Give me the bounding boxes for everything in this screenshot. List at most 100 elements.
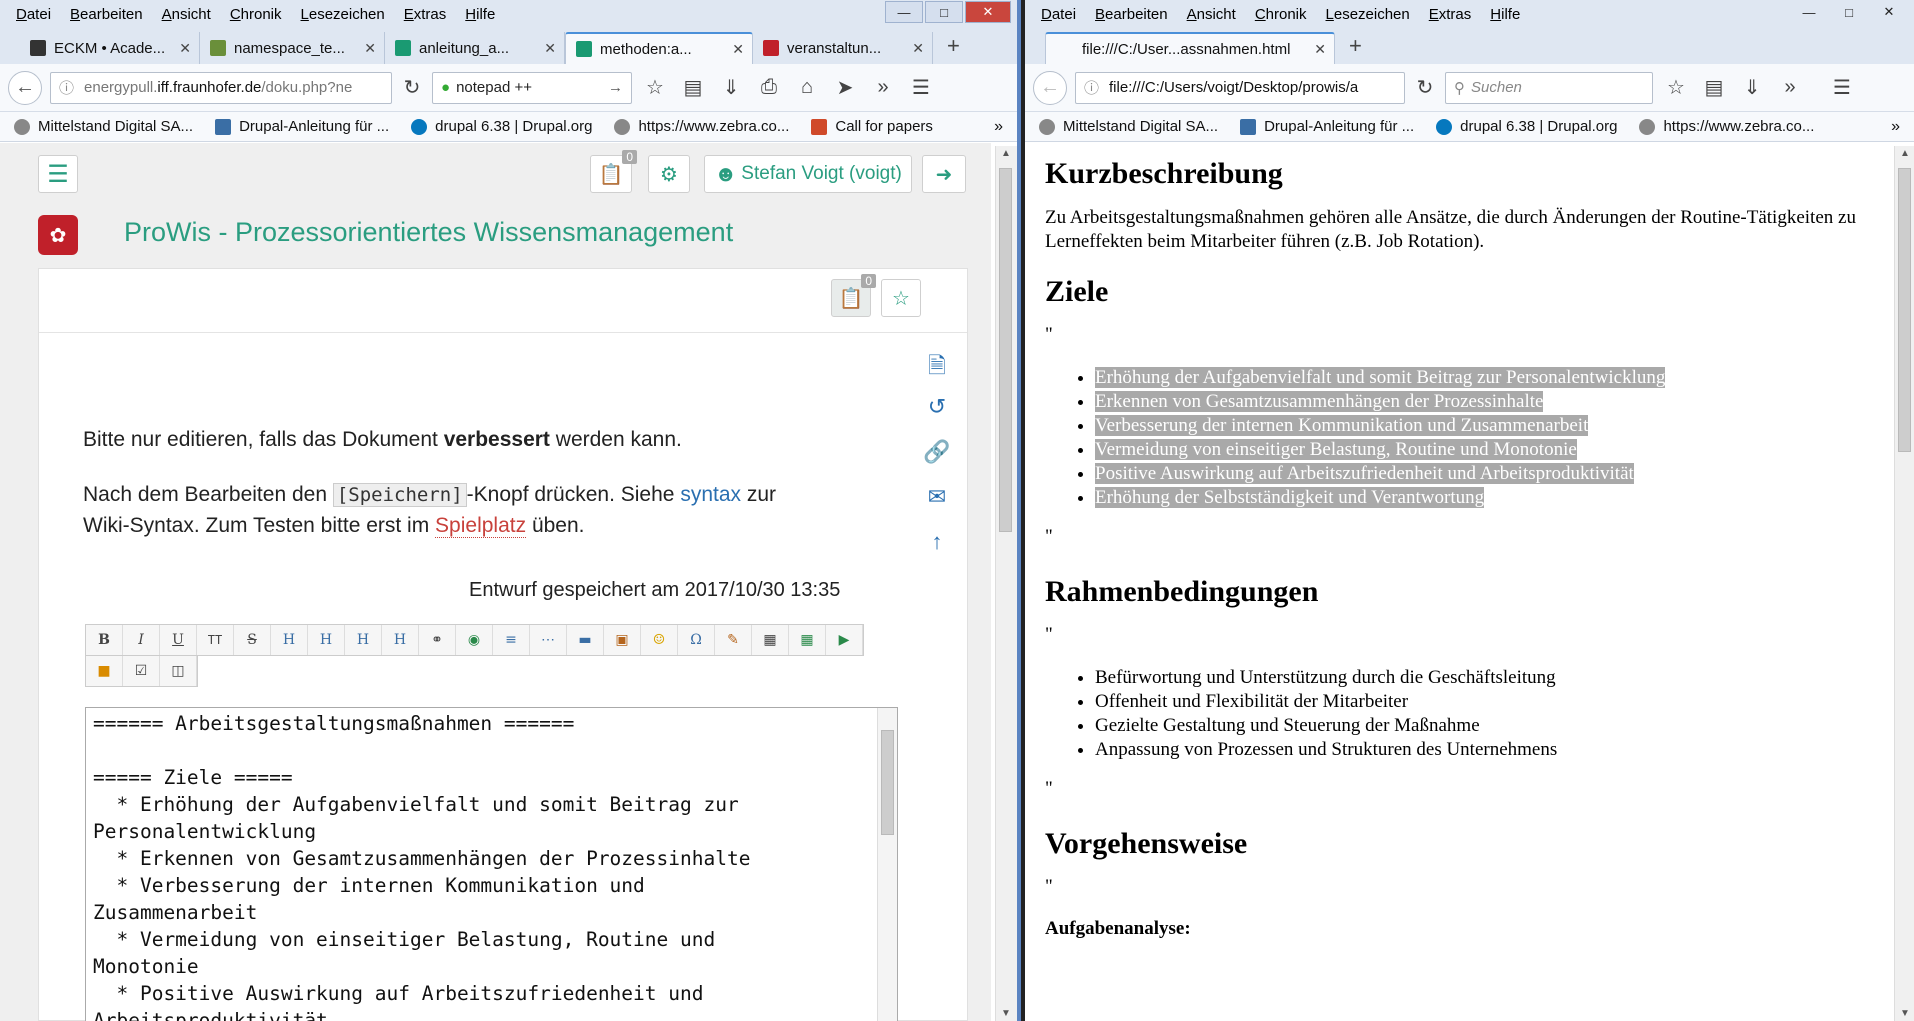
menu-lesezeichen[interactable]: Lesezeichen: [1326, 6, 1410, 23]
heading-same-icon[interactable]: H: [271, 625, 308, 655]
heading-lower-icon[interactable]: H: [308, 625, 345, 655]
send-icon[interactable]: ➤: [830, 75, 860, 100]
close-tab-icon[interactable]: ✕: [179, 40, 191, 57]
external-link-icon[interactable]: ◉: [456, 625, 493, 655]
download-icon[interactable]: ⇓: [716, 75, 746, 100]
page-scrollbar[interactable]: ▲ ▼: [995, 146, 1017, 1021]
user-button[interactable]: ☻ Stefan Voigt (voigt): [704, 155, 912, 193]
unordered-list-icon[interactable]: ⋯: [530, 625, 567, 655]
checklist-icon[interactable]: ☑: [123, 656, 160, 686]
bold-icon[interactable]: B: [86, 625, 123, 655]
scroll-down-icon[interactable]: ▼: [996, 1008, 1016, 1019]
logout-button[interactable]: ➜: [922, 155, 966, 193]
menu-lesezeichen[interactable]: Lesezeichen: [301, 6, 385, 23]
close-tab-icon[interactable]: ✕: [364, 40, 376, 57]
heading-higher-icon[interactable]: H: [345, 625, 382, 655]
menu-hilfe[interactable]: Hilfe: [1490, 6, 1520, 23]
syntax-link[interactable]: syntax: [680, 483, 741, 506]
info-icon[interactable]: ⓘ: [59, 77, 74, 98]
media-icon[interactable]: ▶: [826, 625, 863, 655]
clipboard-button[interactable]: 📋 0: [590, 150, 637, 193]
favorite-button[interactable]: ☆: [881, 279, 921, 317]
search-input[interactable]: ⚲ Suchen: [1445, 71, 1653, 104]
spielplatz-link[interactable]: Spielplatz: [435, 514, 527, 538]
monospace-icon[interactable]: TT: [197, 625, 234, 655]
bookmark-item[interactable]: Drupal-Anleitung für ...: [1240, 118, 1414, 135]
reload-icon[interactable]: ↻: [400, 75, 424, 100]
menu-hilfe[interactable]: Hilfe: [465, 6, 495, 23]
tab-anleitung[interactable]: anleitung_a... ✕: [385, 32, 565, 64]
close-icon[interactable]: ✕: [1870, 1, 1908, 23]
bookmark-star-icon[interactable]: ☆: [1661, 75, 1691, 100]
history-icon[interactable]: ↺: [922, 394, 952, 420]
mail-icon[interactable]: ✉: [922, 484, 952, 510]
wiki-title[interactable]: ProWis - Prozessorientiertes Wissensmana…: [124, 217, 733, 248]
bookmark-item[interactable]: Call for papers: [811, 118, 933, 135]
info-icon[interactable]: ⓘ: [1084, 77, 1099, 98]
bookmark-item[interactable]: drupal 6.38 | Drupal.org: [1436, 118, 1617, 135]
minimize-icon[interactable]: —: [885, 1, 923, 23]
scroll-thumb[interactable]: [881, 730, 894, 835]
settings-button[interactable]: ⚙: [648, 155, 690, 193]
image-icon[interactable]: ▣: [604, 625, 641, 655]
menu-bearbeiten[interactable]: Bearbeiten: [70, 6, 143, 23]
menu-chronik[interactable]: Chronik: [230, 6, 282, 23]
url-bar[interactable]: ⓘ file:///C:/Users/voigt/Desktop/prowis/…: [1075, 71, 1405, 104]
close-tab-icon[interactable]: ✕: [912, 40, 924, 57]
hamburger-menu-icon[interactable]: ☰: [906, 75, 936, 100]
search-input[interactable]: ● notepad ++ →: [432, 71, 632, 104]
bookmark-star-icon[interactable]: ☆: [640, 75, 670, 100]
signature-icon[interactable]: ✎: [715, 625, 752, 655]
scroll-up-icon[interactable]: ▲: [996, 148, 1016, 159]
bookmark-item[interactable]: Mittelstand Digital SA...: [1039, 118, 1218, 135]
editor-scrollbar[interactable]: [877, 708, 897, 1021]
tab-eckm[interactable]: ECKM • Acade... ✕: [20, 32, 200, 64]
table-icon[interactable]: ▦: [752, 625, 789, 655]
new-tab-icon[interactable]: +: [947, 33, 960, 59]
bookmark-item[interactable]: https://www.zebra.co...: [1639, 118, 1814, 135]
link-icon[interactable]: 🔗: [922, 439, 952, 465]
menu-ansicht[interactable]: Ansicht: [1187, 6, 1236, 23]
underline-icon[interactable]: U: [160, 625, 197, 655]
tab-local-file[interactable]: file:///C:/User...assnahmen.html ✕: [1045, 32, 1335, 64]
close-tab-icon[interactable]: ✕: [544, 40, 556, 57]
reload-icon[interactable]: ↻: [1413, 75, 1437, 100]
internal-link-icon[interactable]: ⚭: [419, 625, 456, 655]
menu-extras[interactable]: Extras: [404, 6, 447, 23]
scroll-down-icon[interactable]: ▼: [1895, 1008, 1914, 1019]
horizontal-rule-icon[interactable]: ▬: [567, 625, 604, 655]
minimize-icon[interactable]: —: [1790, 1, 1828, 23]
print-icon[interactable]: ⎙: [754, 76, 784, 99]
special-chars-icon[interactable]: Ω: [678, 625, 715, 655]
go-arrow-icon[interactable]: →: [608, 79, 623, 96]
menu-ansicht[interactable]: Ansicht: [162, 6, 211, 23]
plugin-icon[interactable]: ■: [86, 656, 123, 686]
scroll-up-icon[interactable]: ▲: [1895, 148, 1914, 159]
hamburger-menu-icon[interactable]: ☰: [1827, 75, 1857, 100]
close-icon[interactable]: ✕: [965, 1, 1011, 23]
scroll-thumb[interactable]: [999, 168, 1012, 532]
new-tab-icon[interactable]: +: [1349, 33, 1362, 59]
library-icon[interactable]: ▤: [678, 75, 708, 100]
menu-extras[interactable]: Extras: [1429, 6, 1472, 23]
document-icon[interactable]: 🗎: [922, 349, 952, 387]
clipboard-button[interactable]: 📋 0: [831, 274, 876, 317]
arrow-up-icon[interactable]: ↑: [922, 529, 952, 555]
scroll-thumb[interactable]: [1898, 168, 1911, 452]
back-arrow-icon[interactable]: ←: [1033, 70, 1067, 105]
gallery-icon[interactable]: ▦: [789, 625, 826, 655]
menu-bearbeiten[interactable]: Bearbeiten: [1095, 6, 1168, 23]
maximize-icon[interactable]: □: [925, 1, 963, 23]
sidebar-toggle-icon[interactable]: ☰: [38, 155, 78, 193]
italic-icon[interactable]: I: [123, 625, 160, 655]
overflow-chevron-icon[interactable]: »: [868, 76, 898, 99]
bookmark-item[interactable]: drupal 6.38 | Drupal.org: [411, 118, 592, 135]
overflow-chevron-icon[interactable]: »: [1891, 118, 1900, 136]
menu-datei[interactable]: Datei: [1041, 6, 1076, 23]
overflow-chevron-icon[interactable]: »: [1775, 76, 1805, 99]
tab-namespace[interactable]: namespace_te... ✕: [200, 32, 385, 64]
library-icon[interactable]: ▤: [1699, 75, 1729, 100]
strikethrough-icon[interactable]: S: [234, 625, 271, 655]
overflow-chevron-icon[interactable]: »: [994, 118, 1003, 136]
tab-methoden[interactable]: methoden:a... ✕: [565, 32, 753, 64]
